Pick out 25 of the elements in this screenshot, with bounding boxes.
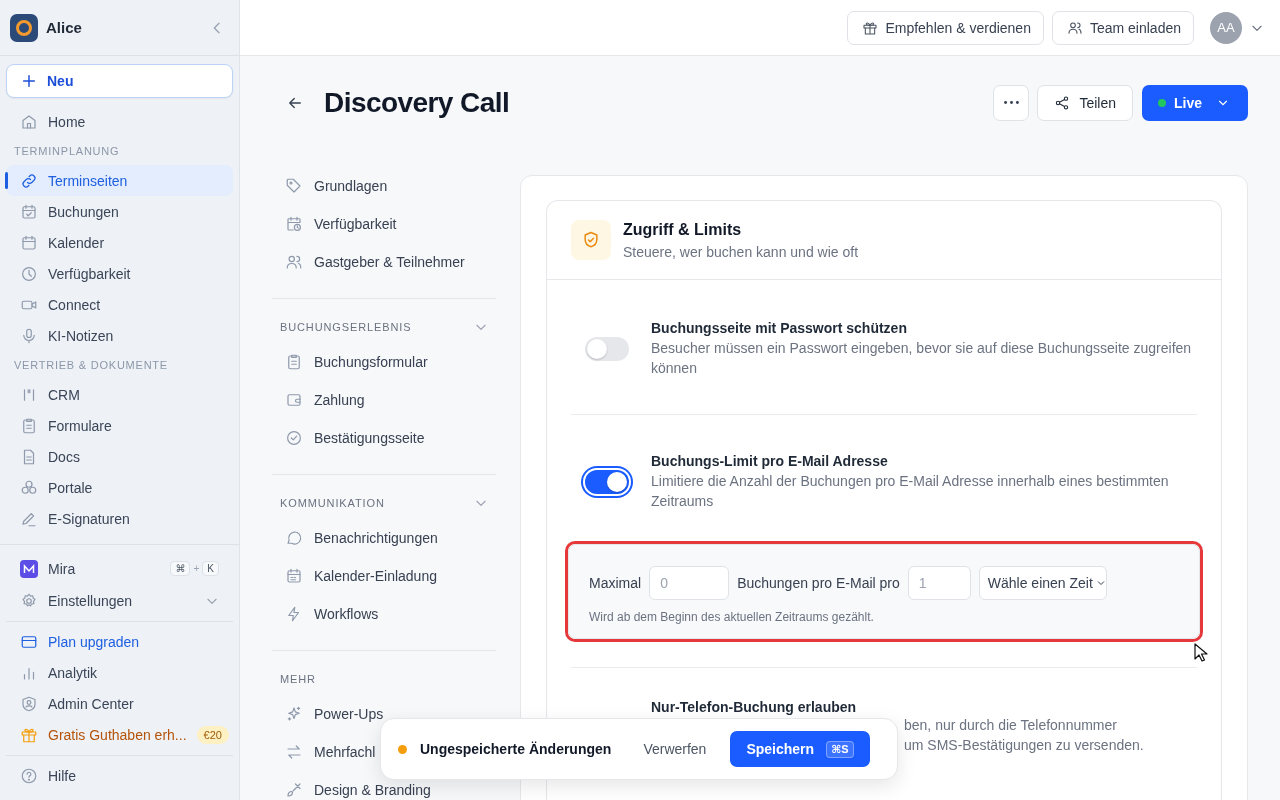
setting-description: um SMS-Bestätigungen zu versenden. xyxy=(904,736,1145,755)
workspace-name: Alice xyxy=(46,19,83,36)
section-label: TERMINPLANUNG xyxy=(13,144,121,159)
page-title: Discovery Call xyxy=(324,87,510,119)
setting-title: Buchungsseite mit Passwort schützen xyxy=(651,320,908,336)
setting-title: Buchungs-Limit pro E-Mail Adresse xyxy=(651,453,889,469)
field-label: Maximal xyxy=(589,575,642,591)
shortcut-hint: ⌘S xyxy=(826,740,854,758)
hint-text: Wird ab dem Beginn des aktuellen Zeitraums gezählt. xyxy=(589,610,875,624)
credit-badge: €20 xyxy=(196,726,229,744)
field-label: Buchungen pro E-Mail pro xyxy=(737,575,900,591)
card-subtitle: Steuere, wer buchen kann und wie oft xyxy=(623,243,859,260)
setting-title: Nur-Telefon-Buchung erlauben xyxy=(651,699,858,715)
key-joiner: + xyxy=(193,563,200,574)
setting-description: Besucher müssen ein Passwort eingeben, bevor sie auf diese Buchungsseite zugreifen können xyxy=(651,339,1193,378)
toast-message: Ungespeicherte Änderungen xyxy=(420,741,612,757)
setting-description: ben, nur durch die Telefonnummer xyxy=(904,716,1118,735)
setting-description: Limitiere die Anzahl der Buchungen pro E-Mail Adresse innerhalb eines bestimmten Zeitraums xyxy=(651,472,1170,511)
section-label: VERTRIEB & DOKUMENTE xyxy=(13,358,169,373)
key-hint: ⌘ xyxy=(170,561,191,576)
card-title: Zugriff & Limits xyxy=(623,220,743,239)
section-label: BUCHUNGSERLEBNIS xyxy=(280,321,412,333)
section-label: MEHR xyxy=(280,673,316,685)
section-label: KOMMUNIKATION xyxy=(280,497,385,509)
key-hint: K xyxy=(202,561,219,576)
